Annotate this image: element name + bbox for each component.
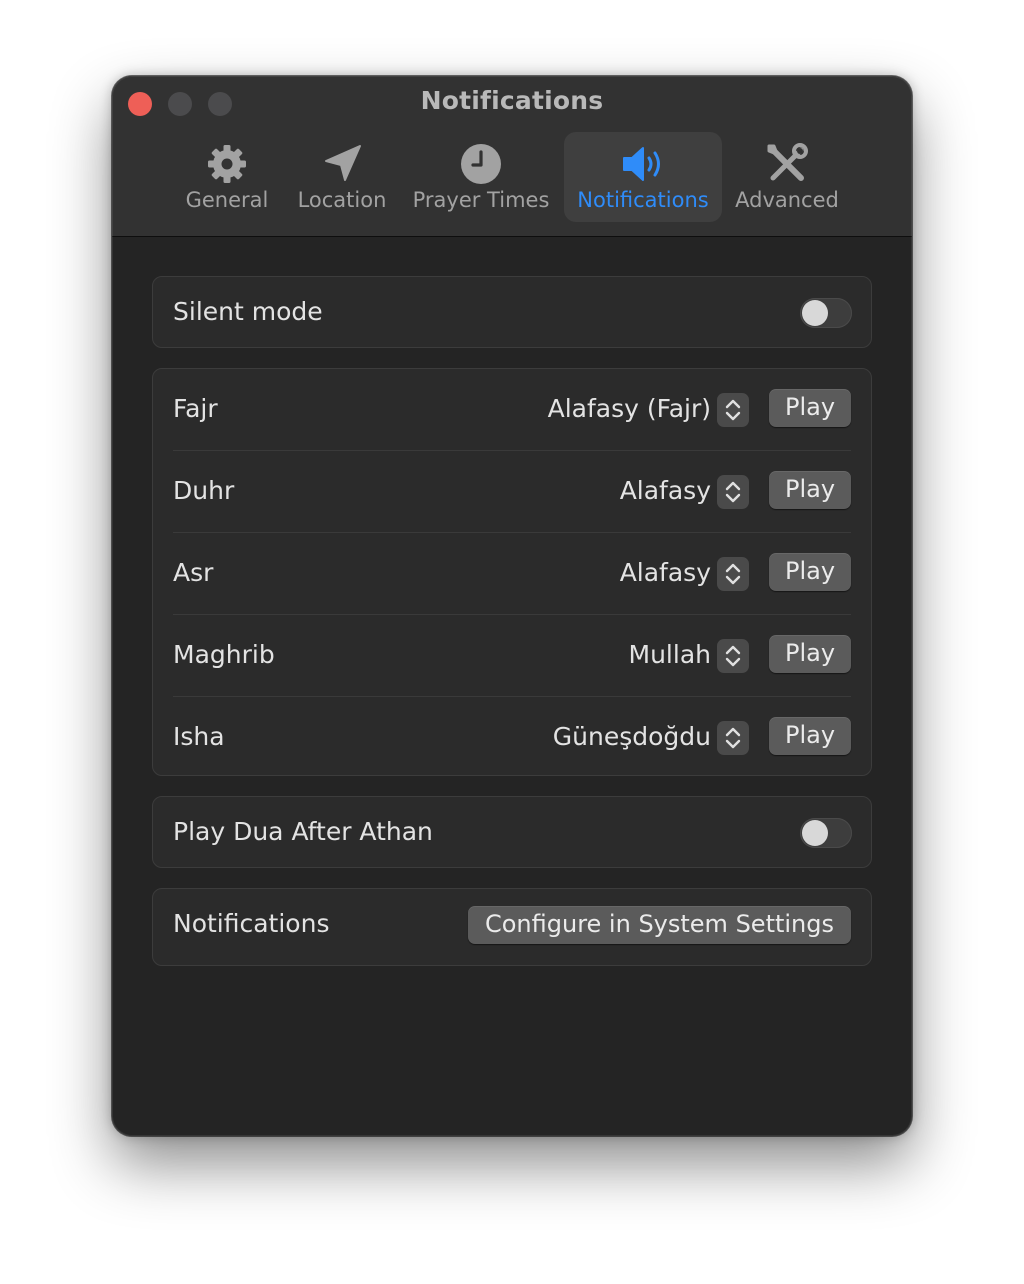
silent-mode-group: Silent mode [152, 276, 872, 348]
prayer-row-isha: Isha Güneşdoğdu Play [153, 697, 871, 775]
configure-system-settings-button[interactable]: Configure in System Settings [468, 906, 851, 944]
chevron-updown-icon [725, 645, 741, 667]
prayer-row-fajr: Fajr Alafasy (Fajr) Play [153, 369, 871, 451]
tab-notifications-label: Notifications [577, 188, 709, 212]
location-arrow-icon [325, 145, 361, 181]
prayer-name: Isha [173, 722, 225, 751]
sound-popup-stepper[interactable] [717, 393, 749, 427]
prayer-row-asr: Asr Alafasy Play [153, 533, 871, 615]
tools-icon [767, 143, 808, 181]
chevron-updown-icon [725, 727, 741, 749]
sound-popup-value[interactable]: Mullah [629, 640, 711, 669]
tab-prayer-times-label: Prayer Times [412, 188, 550, 212]
toolbar: Notifications General Location Prayer Ti… [112, 76, 912, 237]
prayer-name: Maghrib [173, 640, 275, 669]
prayer-name: Asr [173, 558, 214, 587]
dua-toggle[interactable] [800, 818, 852, 848]
window-title: Notifications [420, 86, 604, 115]
toggle-knob [802, 820, 828, 846]
play-button[interactable]: Play [769, 389, 851, 427]
prayer-name: Fajr [173, 394, 218, 423]
silent-mode-label: Silent mode [173, 297, 323, 326]
dua-group: Play Dua After Athan [152, 796, 872, 868]
sound-popup-stepper[interactable] [717, 639, 749, 673]
gear-icon [208, 145, 246, 183]
dua-label: Play Dua After Athan [173, 817, 433, 846]
prayer-row-maghrib: Maghrib Mullah Play [153, 615, 871, 697]
tab-location-label: Location [297, 188, 387, 212]
preferences-window: Notifications General Location Prayer Ti… [112, 76, 912, 1136]
sound-popup-stepper[interactable] [717, 721, 749, 755]
play-button[interactable]: Play [769, 471, 851, 509]
sound-popup-value[interactable]: Alafasy [620, 558, 711, 587]
chevron-updown-icon [725, 563, 741, 585]
tab-advanced-label: Advanced [735, 188, 839, 212]
tab-general[interactable]: General [176, 132, 278, 222]
tab-notifications[interactable]: Notifications [564, 132, 722, 222]
clock-icon [461, 144, 501, 184]
sound-popup-value[interactable]: Alafasy (Fajr) [548, 394, 711, 423]
chevron-updown-icon [725, 399, 741, 421]
sound-popup-stepper[interactable] [717, 475, 749, 509]
speaker-icon [623, 147, 660, 181]
tab-general-label: General [185, 188, 269, 212]
notifications-label: Notifications [173, 909, 330, 938]
sound-popup-value[interactable]: Güneşdoğdu [553, 722, 711, 751]
chevron-updown-icon [725, 481, 741, 503]
prayer-row-duhr: Duhr Alafasy Play [153, 451, 871, 533]
toggle-knob [802, 300, 828, 326]
tab-location[interactable]: Location [292, 132, 392, 222]
play-button[interactable]: Play [769, 553, 851, 591]
tab-advanced[interactable]: Advanced [732, 132, 842, 222]
notifications-settings-group: Notifications Configure in System Settin… [152, 888, 872, 966]
play-button[interactable]: Play [769, 635, 851, 673]
play-button[interactable]: Play [769, 717, 851, 755]
prayer-sounds-group: Fajr Alafasy (Fajr) Play Duhr Alafasy Pl… [152, 368, 872, 776]
sound-popup-value[interactable]: Alafasy [620, 476, 711, 505]
prayer-name: Duhr [173, 476, 235, 505]
tab-prayer-times[interactable]: Prayer Times [408, 132, 554, 222]
sound-popup-stepper[interactable] [717, 557, 749, 591]
silent-mode-toggle[interactable] [800, 298, 852, 328]
